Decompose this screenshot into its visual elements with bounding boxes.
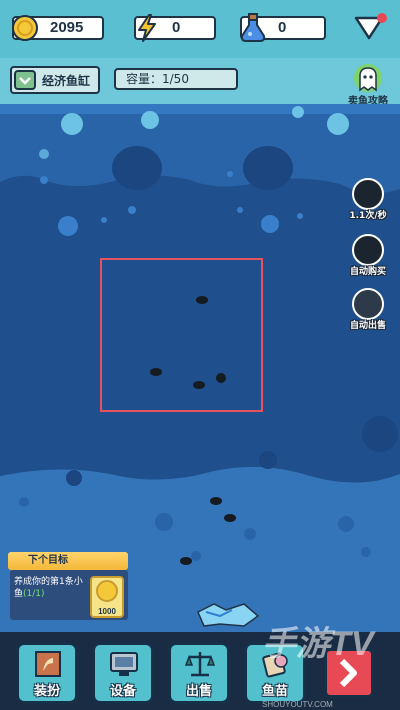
fish[interactable]	[193, 381, 205, 389]
coin-reward-icon	[96, 580, 118, 602]
coin-counter: 2095	[12, 15, 104, 41]
dress-up-label: 装扮	[33, 684, 60, 699]
sell-label: 出售	[185, 684, 212, 699]
potion-bottle-icon	[236, 11, 270, 45]
tank-selector[interactable]: 经济鱼缸	[10, 66, 100, 94]
next-goal-title: 下个目标	[28, 555, 68, 566]
sell-scale-icon	[185, 652, 215, 677]
potion-counter: 0	[240, 13, 326, 42]
auto-buy-button[interactable]: 自动购买	[344, 234, 392, 284]
goal-reward[interactable]: 1000	[90, 576, 124, 618]
auto-sell-label: 自动出售	[349, 321, 386, 331]
next-goal-card[interactable]: 下个目标 养成你的第1条小鱼(1/1) 1000	[8, 552, 128, 620]
auto-buy-icon	[352, 234, 384, 266]
sell-guide-button[interactable]: 卖鱼攻略	[340, 62, 396, 107]
coin-icon	[8, 11, 42, 45]
equipment-icon	[110, 652, 138, 676]
equipment-button[interactable]: 设备	[92, 642, 154, 704]
fish[interactable]	[180, 557, 192, 565]
tank-header: 经济鱼缸 容量：1/50 卖鱼攻略	[0, 58, 400, 107]
fry-label: 鱼苗	[261, 684, 288, 699]
auto-feed-icon	[352, 178, 384, 210]
next-goal-progress: (1/1)	[23, 589, 45, 599]
potion-amount: 0	[278, 19, 287, 36]
site-watermark-url: SHOUYOUTV.COM	[262, 700, 333, 709]
energy-amount: 0	[172, 19, 181, 36]
lightning-icon	[130, 11, 164, 45]
fish[interactable]	[150, 368, 162, 376]
dress-up-button[interactable]: 装扮	[16, 642, 78, 704]
equipment-label: 设备	[109, 684, 136, 699]
fish[interactable]	[216, 373, 226, 383]
auto-buy-label: 自动购买	[349, 267, 386, 277]
energy-counter: 0	[134, 14, 216, 42]
dress-up-icon	[35, 651, 61, 677]
top-currency-bar: 2095 0 0	[0, 0, 400, 58]
tank-capacity: 容量：1/50	[114, 68, 238, 90]
fish[interactable]	[210, 497, 222, 505]
auto-feed-rate-button[interactable]: 1.1次/秒	[344, 178, 392, 228]
ghost-mascot-icon	[354, 64, 382, 92]
goal-reward-amount: 1000	[98, 607, 116, 616]
tutorial-highlight-box	[100, 258, 263, 412]
fish[interactable]	[224, 514, 236, 522]
fish[interactable]	[196, 296, 208, 304]
next-goal-description: 养成你的第1条小鱼(1/1)	[14, 576, 88, 600]
coin-amount: 2095	[50, 19, 84, 36]
settings-dropdown-icon[interactable]	[352, 12, 388, 42]
next-goal-body: 养成你的第1条小鱼(1/1) 1000	[10, 570, 128, 620]
auto-feed-rate-label: 1.1次/秒	[349, 211, 387, 221]
tank-name: 经济鱼缸	[42, 73, 91, 88]
site-watermark: 手游TV	[262, 625, 374, 663]
next-goal-banner: 下个目标	[8, 552, 128, 570]
auto-sell-button[interactable]: 自动出售	[344, 288, 392, 338]
tank-chevron-icon	[14, 70, 36, 90]
auto-sell-icon	[352, 288, 384, 320]
sell-button[interactable]: 出售	[168, 642, 230, 704]
